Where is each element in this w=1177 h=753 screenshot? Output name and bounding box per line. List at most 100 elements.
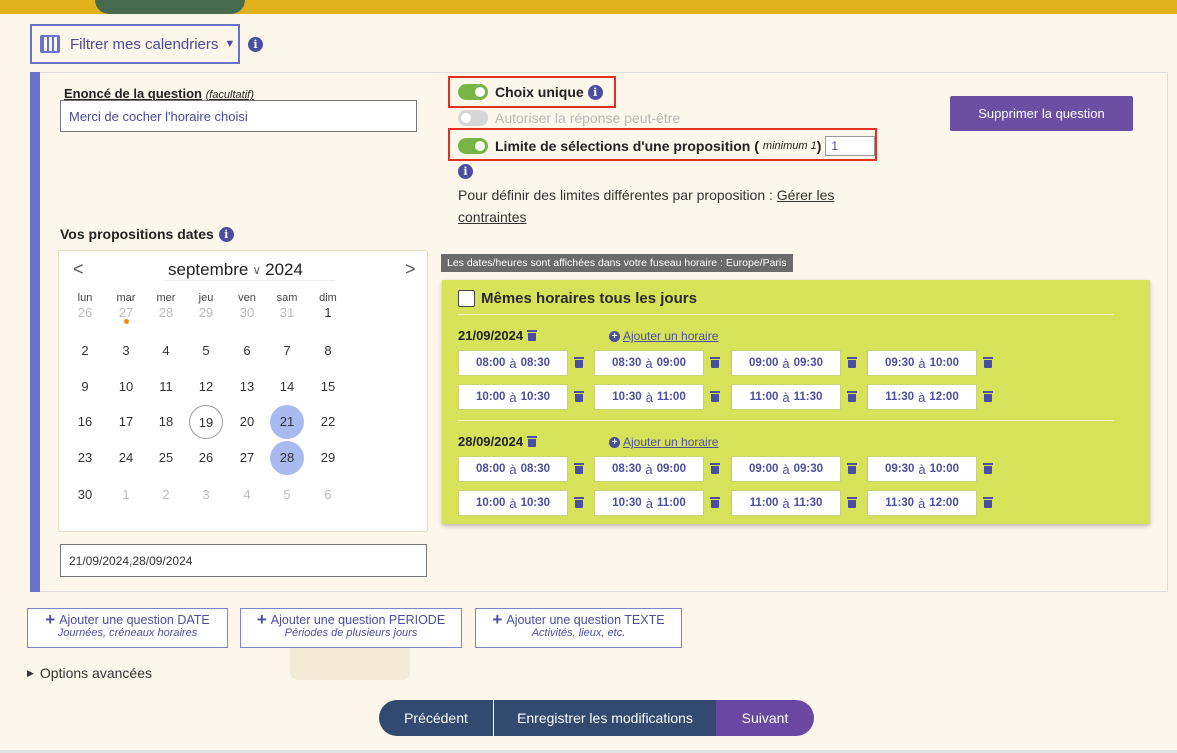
time-slot[interactable]: 09:30 à 10:00: [867, 350, 977, 376]
calendar-day[interactable]: 16: [68, 405, 102, 439]
advanced-options-toggle[interactable]: ▶ Options avancées: [27, 665, 152, 681]
calendar-day[interactable]: 19: [189, 405, 223, 439]
time-slot[interactable]: 08:30 à 09:00: [594, 456, 704, 482]
slot-end-time[interactable]: 09:00: [657, 357, 686, 369]
slot-start-time[interactable]: 10:30: [612, 391, 641, 403]
slot-start-time[interactable]: 10:00: [476, 391, 505, 403]
limite-selection-option[interactable]: Limite de sélections d'une proposition (…: [458, 136, 876, 156]
time-slot[interactable]: 10:30 à 11:00: [594, 490, 704, 516]
calendar-day[interactable]: 28: [149, 296, 183, 330]
time-slot[interactable]: 09:00 à 09:30: [731, 456, 841, 482]
calendar-day[interactable]: 6: [311, 478, 345, 512]
calendar-day[interactable]: 29: [189, 296, 223, 330]
slot-start-time[interactable]: 10:30: [612, 497, 641, 509]
calendar-day[interactable]: 29: [311, 441, 345, 475]
slot-end-time[interactable]: 11:00: [657, 497, 686, 509]
trash-icon[interactable]: [574, 357, 584, 368]
slot-start-time[interactable]: 08:30: [612, 357, 641, 369]
trash-icon[interactable]: [983, 497, 993, 508]
calendar-day[interactable]: 24: [109, 441, 143, 475]
month-select[interactable]: septembre: [168, 260, 248, 280]
toggle-switch-on[interactable]: [458, 84, 488, 100]
calendar-day[interactable]: 9: [68, 370, 102, 404]
calendar-day[interactable]: 12: [189, 370, 223, 404]
calendar-day[interactable]: 4: [230, 478, 264, 512]
add-question-button[interactable]: + Ajouter une question TEXTE Activités, li…: [475, 608, 682, 648]
add-question-button[interactable]: + Ajouter une question PERIODE Périodes de…: [240, 608, 462, 648]
calendar-day[interactable]: 8: [311, 334, 345, 368]
trash-icon[interactable]: [710, 463, 720, 474]
trash-icon[interactable]: [983, 357, 993, 368]
calendar-day[interactable]: 2: [149, 478, 183, 512]
question-input[interactable]: [60, 100, 417, 132]
toggle-switch-off[interactable]: [458, 110, 488, 126]
slot-start-time[interactable]: 10:00: [476, 497, 505, 509]
time-slot[interactable]: 10:00 à 10:30: [458, 384, 568, 410]
save-changes-button[interactable]: Enregistrer les modifications: [494, 700, 716, 736]
calendar-day[interactable]: 25: [149, 441, 183, 475]
calendar-day[interactable]: 22: [311, 405, 345, 439]
chevron-left-icon[interactable]: <: [73, 259, 84, 280]
time-slot[interactable]: 08:00 à 08:30: [458, 350, 568, 376]
slot-end-time[interactable]: 10:30: [521, 391, 550, 403]
trash-icon[interactable]: [847, 463, 857, 474]
slot-start-time[interactable]: 09:00: [749, 357, 778, 369]
slot-end-time[interactable]: 08:30: [521, 357, 550, 369]
calendar-day[interactable]: 13: [230, 370, 264, 404]
previous-button[interactable]: Précédent: [379, 700, 493, 736]
same-hours-option[interactable]: Mêmes horaires tous les jours: [458, 290, 697, 307]
calendar-day[interactable]: 15: [311, 370, 345, 404]
time-slot[interactable]: 09:30 à 10:00: [867, 456, 977, 482]
limite-input[interactable]: [825, 136, 876, 156]
calendar-day[interactable]: 21: [270, 405, 304, 439]
time-slot[interactable]: 10:30 à 11:00: [594, 384, 704, 410]
slot-start-time[interactable]: 09:30: [885, 357, 914, 369]
trash-icon[interactable]: [574, 463, 584, 474]
filter-calendars-button[interactable]: Filtrer mes calendriers ▼: [30, 24, 240, 64]
chevron-right-icon[interactable]: >: [405, 259, 416, 280]
calendar-day[interactable]: 30: [68, 478, 102, 512]
calendar-day[interactable]: 5: [189, 334, 223, 368]
slot-end-time[interactable]: 08:30: [521, 463, 550, 475]
slot-start-time[interactable]: 08:30: [612, 463, 641, 475]
slot-start-time[interactable]: 11:00: [750, 497, 779, 509]
slot-end-time[interactable]: 11:30: [794, 497, 823, 509]
trash-icon[interactable]: [847, 497, 857, 508]
time-slot[interactable]: 08:00 à 08:30: [458, 456, 568, 482]
calendar-day[interactable]: 10: [109, 370, 143, 404]
trash-icon[interactable]: [710, 497, 720, 508]
calendar-day[interactable]: 3: [109, 334, 143, 368]
calendar-day[interactable]: 11: [149, 370, 183, 404]
slot-start-time[interactable]: 11:30: [885, 391, 914, 403]
add-time-slot-link[interactable]: + Ajouter un horaire: [609, 329, 718, 343]
calendar-day[interactable]: 2: [68, 334, 102, 368]
toggle-switch-on[interactable]: [458, 138, 488, 154]
time-slot[interactable]: 11:00 à 11:30: [731, 384, 841, 410]
time-slot[interactable]: 11:30 à 12:00: [867, 384, 977, 410]
time-slot[interactable]: 09:00 à 09:30: [731, 350, 841, 376]
add-time-slot-link[interactable]: + Ajouter un horaire: [609, 435, 718, 449]
calendar-day[interactable]: 7: [270, 334, 304, 368]
time-slot[interactable]: 11:00 à 11:30: [731, 490, 841, 516]
calendar-day[interactable]: 1: [311, 296, 345, 330]
calendar-day[interactable]: 1: [109, 478, 143, 512]
slot-end-time[interactable]: 09:00: [657, 463, 686, 475]
slot-start-time[interactable]: 09:00: [749, 463, 778, 475]
calendar-day[interactable]: 26: [68, 296, 102, 330]
slot-end-time[interactable]: 09:30: [794, 357, 823, 369]
slot-end-time[interactable]: 10:00: [930, 357, 959, 369]
calendar-day[interactable]: 14: [270, 370, 304, 404]
checkbox[interactable]: [458, 290, 475, 307]
month-year-selector[interactable]: septembre ∨ 2024: [164, 259, 334, 281]
trash-icon[interactable]: [847, 391, 857, 402]
calendar-day[interactable]: 30: [230, 296, 264, 330]
calendar-day[interactable]: 6: [230, 334, 264, 368]
slot-start-time[interactable]: 08:00: [476, 463, 505, 475]
selected-dates-input[interactable]: [60, 544, 427, 577]
info-icon[interactable]: i: [587, 84, 603, 100]
calendar-day[interactable]: 28: [270, 441, 304, 475]
trash-icon[interactable]: [527, 436, 538, 447]
slot-end-time[interactable]: 11:00: [657, 391, 686, 403]
slot-end-time[interactable]: 12:00: [929, 497, 958, 509]
calendar-day[interactable]: 5: [270, 478, 304, 512]
